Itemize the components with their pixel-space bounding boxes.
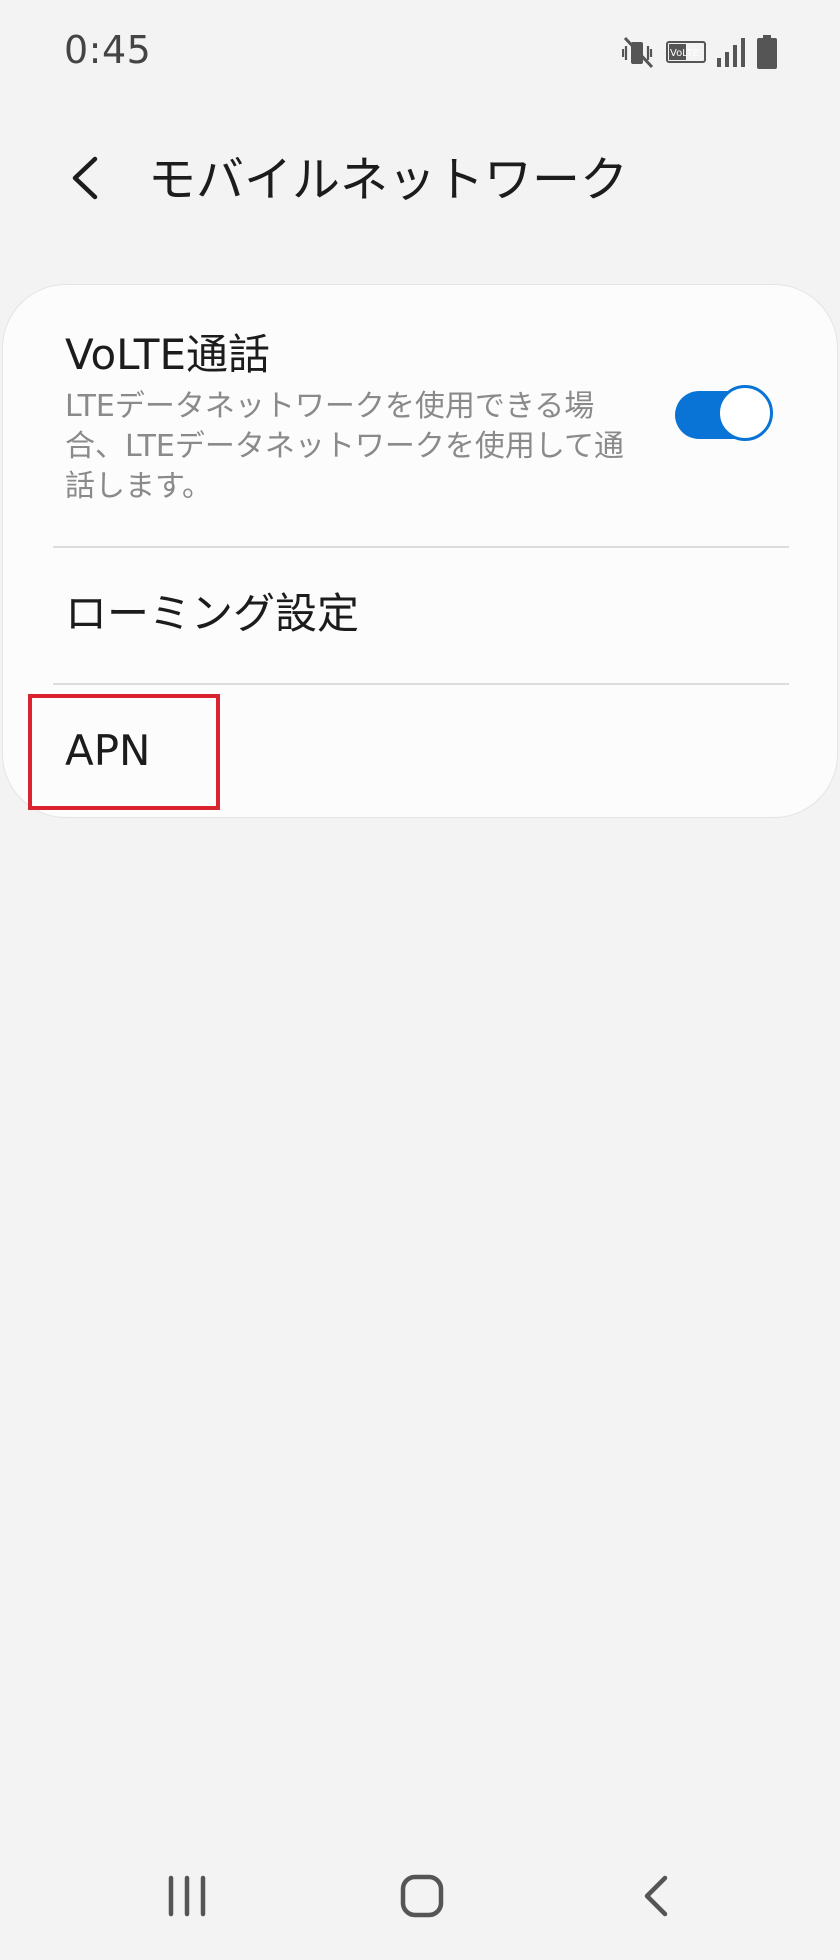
recent-apps-icon xyxy=(165,1874,209,1922)
volte-badge-text: VoLTE xyxy=(670,48,699,59)
navigation-bar xyxy=(0,1836,840,1960)
back-icon xyxy=(639,1873,673,1923)
home-icon xyxy=(399,1873,445,1923)
apn-row[interactable]: APN xyxy=(3,685,837,817)
battery-icon xyxy=(756,34,778,70)
back-button[interactable] xyxy=(56,150,112,210)
status-time: 0:45 xyxy=(64,28,152,72)
volte-icon: VoLTE xyxy=(666,40,706,64)
status-bar: 0:45 VoLTE xyxy=(0,0,840,105)
roaming-settings-row[interactable]: ローミング設定 xyxy=(3,548,837,683)
volte-description: LTEデータネットワークを使用できる場合、LTEデータネットワークを使用して通話… xyxy=(65,389,624,504)
volte-title: VoLTE通話 xyxy=(65,330,270,379)
chevron-left-icon xyxy=(67,155,101,205)
app-header: モバイルネットワーク xyxy=(0,130,840,230)
apn-label: APN xyxy=(65,726,151,775)
home-button[interactable] xyxy=(372,1858,472,1938)
status-icons: VoLTE xyxy=(622,32,778,72)
toggle-knob xyxy=(717,385,773,441)
signal-icon xyxy=(716,36,746,68)
page-title: モバイルネットワーク xyxy=(148,152,629,208)
recent-apps-button[interactable] xyxy=(137,1858,237,1938)
volte-setting-row[interactable]: VoLTE通話 LTEデータネットワークを使用できる場合、LTEデータネットワー… xyxy=(3,285,837,547)
roaming-settings-label: ローミング設定 xyxy=(65,589,360,638)
vibrate-mute-icon xyxy=(622,34,656,70)
settings-card: VoLTE通話 LTEデータネットワークを使用できる場合、LTEデータネットワー… xyxy=(2,284,838,818)
nav-back-button[interactable] xyxy=(606,1858,706,1938)
volte-toggle[interactable] xyxy=(675,385,773,443)
